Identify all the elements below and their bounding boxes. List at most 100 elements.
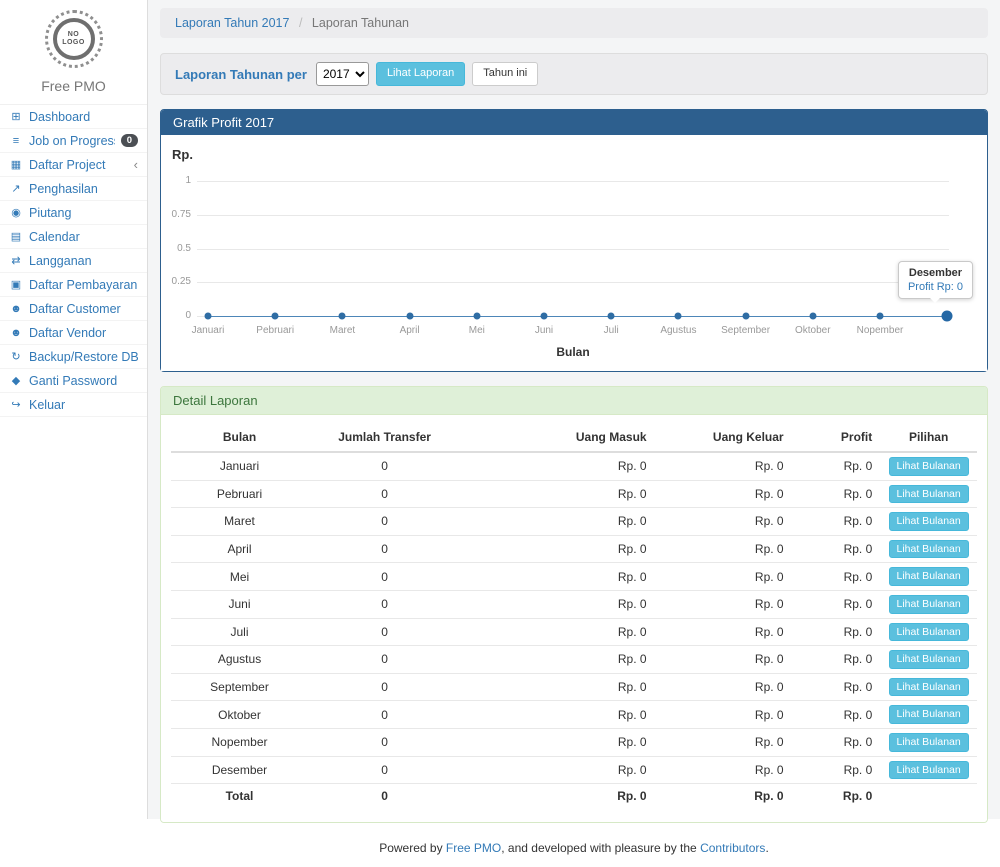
free-pmo-link[interactable]: Free PMO [446,841,501,855]
header-bulan: Bulan [171,423,308,452]
view-monthly-button[interactable]: Lihat Bulanan [889,761,969,780]
footer: Powered by Free PMO, and developed with … [160,827,988,867]
cell-uang-keluar: Rp. 0 [655,673,792,701]
logo: NO LOGO [0,0,147,72]
cell-profit: Rp. 0 [792,756,881,784]
gridline [197,282,949,283]
sidebar-item-daftar-project[interactable]: ▦Daftar Project‹ [0,153,147,177]
sidebar-menu: ⊞Dashboard≡Job on Progress0▦Daftar Proje… [0,104,147,417]
cell-bulan: Juli [171,618,308,646]
view-monthly-button[interactable]: Lihat Bulanan [889,733,969,752]
chart-panel-title: Grafik Profit 2017 [161,110,987,135]
sidebar-item-langganan[interactable]: ⇄Langganan [0,249,147,273]
x-tick-label: Juli [578,325,644,336]
sidebar-item-label: Daftar Pembayaran [29,278,138,292]
cell-uang-masuk: Rp. 0 [461,535,654,563]
cell-uang-keluar: Rp. 0 [655,618,792,646]
this-year-button[interactable]: Tahun ini [472,62,538,85]
cell-uang-masuk: Rp. 0 [461,728,654,756]
view-monthly-button[interactable]: Lihat Bulanan [889,705,969,724]
cell-pilihan: Lihat Bulanan [880,756,977,784]
cell-uang-masuk: Rp. 0 [461,508,654,536]
view-monthly-button[interactable]: Lihat Bulanan [889,650,969,669]
filter-label: Laporan Tahunan per [175,67,307,82]
header-jumlah-transfer: Jumlah Transfer [308,423,461,452]
cell-pilihan [880,784,977,808]
y-tick-label: 0 [161,310,191,321]
sidebar-item-ganti-password[interactable]: ◆Ganti Password [0,369,147,393]
cell-bulan: Mei [171,563,308,591]
cell-pilihan: Lihat Bulanan [880,618,977,646]
sidebar-item-label: Keluar [29,398,138,412]
view-monthly-button[interactable]: Lihat Bulanan [889,595,969,614]
y-tick-label: 0.75 [161,209,191,220]
tasks-icon: ≡ [9,135,23,147]
x-tick-label: September [713,325,779,336]
sidebar-item-backup-restore-db[interactable]: ↻Backup/Restore DB [0,345,147,369]
cell-bulan: Total [171,784,308,808]
cell-uang-keluar: Rp. 0 [655,452,792,480]
cell-bulan: Nopember [171,728,308,756]
sidebar-item-penghasilan[interactable]: ↗ Penghasilan [0,177,147,201]
sidebar: NO LOGO Free PMO ⊞Dashboard≡Job on Progr… [0,0,148,819]
chart-tooltip-title: Desember [908,267,963,279]
main-content: Laporan Tahun 2017 / Laporan Tahunan Lap… [148,0,1000,819]
cell-bulan: Oktober [171,701,308,729]
chart-tooltip: Desember Profit Rp: 0 [898,261,973,299]
view-monthly-button[interactable]: Lihat Bulanan [889,623,969,642]
contributors-link[interactable]: Contributors [700,841,765,855]
sidebar-item-daftar-customer[interactable]: ☻Daftar Customer [0,297,147,321]
sidebar-item-label: Daftar Project [29,158,128,172]
gridline [197,215,949,216]
cell-bulan: September [171,673,308,701]
data-point-agustus [675,313,682,320]
view-monthly-button[interactable]: Lihat Bulanan [889,678,969,697]
cell-uang-masuk: Rp. 0 [461,590,654,618]
cell-uang-masuk: Rp. 0 [461,673,654,701]
data-point-juli [608,313,615,320]
view-monthly-button[interactable]: Lihat Bulanan [889,567,969,586]
x-tick-label: Januari [175,325,241,336]
sidebar-item-daftar-vendor[interactable]: ☻Daftar Vendor [0,321,147,345]
logo-text-line2: LOGO [62,39,85,47]
data-point-desember [942,311,953,322]
cell-jumlah-transfer: 0 [308,756,461,784]
cell-uang-masuk: Rp. 0 [461,756,654,784]
sidebar-item-keluar[interactable]: ↪Keluar [0,393,147,417]
cell-jumlah-transfer: 0 [308,563,461,591]
app-root: NO LOGO Free PMO ⊞Dashboard≡Job on Progr… [0,0,1000,819]
cell-uang-masuk: Rp. 0 [461,784,654,808]
chart-line-icon: ↗ [9,182,23,195]
x-axis-title: Bulan [197,345,949,359]
table-row: Juni0Rp. 0Rp. 0Rp. 0Lihat Bulanan [171,590,977,618]
sidebar-item-piutang[interactable]: ◉Piutang [0,201,147,225]
sidebar-item-label: Penghasilan [29,182,138,196]
table-row: September0Rp. 0Rp. 0Rp. 0Lihat Bulanan [171,673,977,701]
view-monthly-button[interactable]: Lihat Bulanan [889,512,969,531]
view-monthly-button[interactable]: Lihat Bulanan [889,457,969,476]
sidebar-item-dashboard[interactable]: ⊞Dashboard [0,105,147,129]
cell-jumlah-transfer: 0 [308,618,461,646]
header-uang-keluar: Uang Keluar [655,423,792,452]
cell-jumlah-transfer: 0 [308,535,461,563]
cell-profit: Rp. 0 [792,673,881,701]
view-monthly-button[interactable]: Lihat Bulanan [889,485,969,504]
year-select[interactable]: 2017 [316,62,369,86]
breadcrumb-link-laporan-tahun[interactable]: Laporan Tahun 2017 [175,16,289,30]
cell-jumlah-transfer: 0 [308,452,461,480]
cell-bulan: Pebruari [171,480,308,508]
sidebar-item-job-on-progress[interactable]: ≡Job on Progress0 [0,129,147,153]
profit-chart: Rp. 10.750.50.250JanuariPebruariMaretApr… [161,135,987,371]
x-tick-label: Agustus [645,325,711,336]
data-point-juni [541,313,548,320]
view-report-button[interactable]: Lihat Laporan [376,62,465,85]
detail-panel-title: Detail Laporan [161,387,987,415]
sidebar-item-daftar-pembayaran[interactable]: ▣Daftar Pembayaran [0,273,147,297]
cell-pilihan: Lihat Bulanan [880,646,977,674]
lock-icon: ◆ [9,374,23,387]
cell-uang-keluar: Rp. 0 [655,480,792,508]
sidebar-item-calendar[interactable]: ▤Calendar [0,225,147,249]
cell-pilihan: Lihat Bulanan [880,508,977,536]
cell-jumlah-transfer: 0 [308,480,461,508]
view-monthly-button[interactable]: Lihat Bulanan [889,540,969,559]
